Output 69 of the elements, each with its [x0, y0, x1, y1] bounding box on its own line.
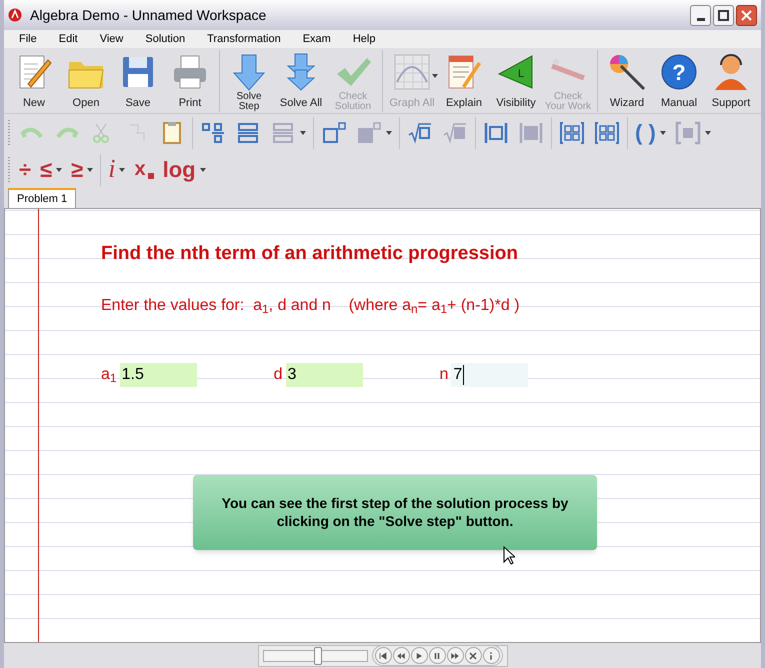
exponent-icon [356, 120, 382, 144]
toolbar-grip-icon [8, 156, 12, 184]
minimize-icon [696, 18, 704, 20]
player-button[interactable] [374, 647, 392, 664]
absolute-value-icon [518, 120, 544, 144]
toolbar-button[interactable]: Solve All [275, 50, 327, 112]
square-root-icon [442, 120, 468, 144]
toolbar-button[interactable]: L Visibility [490, 50, 542, 112]
absolute-value-icon [483, 120, 509, 144]
toolbar-button[interactable]: Save [112, 50, 164, 112]
mouse-cursor-icon [503, 546, 515, 565]
close-button[interactable] [736, 4, 757, 26]
instructions: Enter the values for: a$_{1}$, d and n (where a$_{n}$= a$_{1}$+ (n-1)*d ) [101, 296, 521, 318]
close-icon [741, 10, 752, 20]
toolbar-button[interactable]: Wizard [601, 50, 653, 112]
app-logo-icon [8, 8, 22, 22]
menu-item[interactable]: Exam [292, 30, 342, 48]
field-label: n [440, 364, 448, 384]
input-field[interactable]: 7 [451, 362, 528, 386]
player-button[interactable] [410, 647, 428, 664]
exponent-icon [321, 120, 347, 144]
maximize-button[interactable] [713, 4, 734, 26]
player-button[interactable] [392, 647, 410, 664]
bracket-icon [674, 120, 701, 144]
square-icon [148, 173, 154, 179]
format-button[interactable]: ≥ [68, 154, 96, 186]
menu-item[interactable]: View [88, 30, 134, 48]
square-root-icon [407, 120, 433, 144]
format-button[interactable]: i [105, 154, 128, 186]
menu-item[interactable]: Help [342, 30, 386, 48]
fraction-icon [235, 120, 261, 144]
maximize-icon [718, 10, 729, 20]
field-label: a$_{1}$ [101, 364, 117, 386]
problem-title: Find the nth term of an arithmetic progression [101, 242, 519, 266]
toolbar-button[interactable]: New [8, 50, 60, 112]
toolbar-button[interactable]: ? Manual [653, 50, 705, 112]
toolbar-button[interactable]: Support [705, 50, 757, 112]
menu-item[interactable]: Transformation [196, 30, 292, 48]
format-button[interactable]: ≤ [37, 154, 66, 186]
toolbar-button[interactable]: Solve Step [223, 50, 275, 112]
field-label: d [274, 364, 282, 384]
player-button[interactable] [428, 647, 446, 664]
input-field[interactable]: 3 [286, 362, 362, 386]
toolbar-grip-icon [8, 118, 12, 146]
minimize-button[interactable] [690, 4, 711, 26]
toolbar-button[interactable]: Open [60, 50, 112, 112]
format-button[interactable]: ( ) [632, 116, 669, 148]
fraction-icon [200, 120, 226, 144]
menu-item[interactable]: Solution [134, 30, 196, 48]
input-field[interactable]: 1.5 [120, 362, 197, 386]
toolbar-button[interactable]: Print [164, 50, 216, 112]
menu-item[interactable]: Edit [48, 30, 89, 48]
toolbar-button[interactable]: Explain [438, 50, 490, 112]
format-button[interactable]: ÷ [16, 154, 34, 186]
help-circle-icon: ? [659, 52, 699, 92]
menu-item[interactable]: File [8, 30, 48, 48]
window-title: Algebra Demo - Unnamed Workspace [30, 6, 266, 25]
close-icon [467, 650, 479, 662]
skip-back-icon [377, 650, 389, 662]
player-button[interactable] [464, 647, 482, 664]
tab[interactable]: Problem 1 [8, 188, 76, 208]
matrix-icon [559, 120, 585, 144]
format-button[interactable]: x [131, 154, 157, 186]
format-button[interactable]: log [160, 154, 209, 186]
player-button[interactable] [446, 647, 464, 664]
matrix-icon [594, 120, 620, 144]
fraction-icon [270, 120, 296, 144]
hint-text: You can see the first step of the solution process by clicking on the "Solve step" button. [220, 494, 570, 530]
graph-grid-icon [392, 52, 432, 92]
